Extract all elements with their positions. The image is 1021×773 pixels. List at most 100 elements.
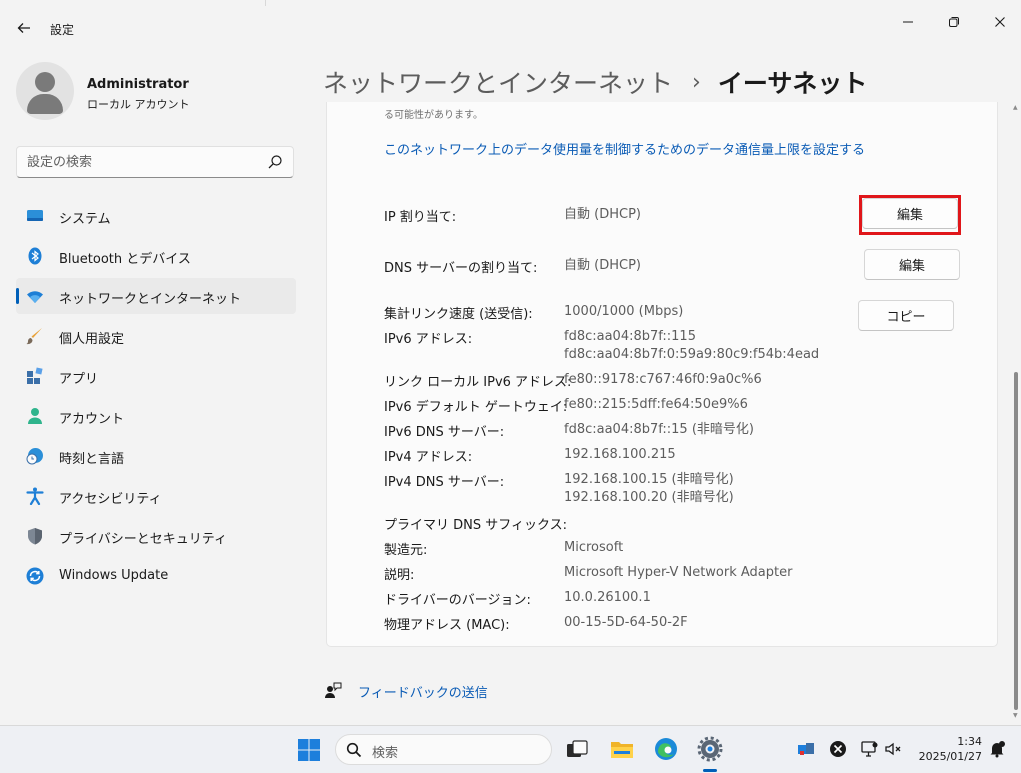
- sidebar-item-accessibility[interactable]: アクセシビリティ: [16, 478, 296, 514]
- taskbar-clock[interactable]: 1:34 2025/01/27: [912, 734, 982, 764]
- file-explorer-icon[interactable]: [609, 736, 635, 762]
- property-value-line: fd8c:aa04:8b7f::15 (非暗号化): [564, 422, 754, 437]
- property-value-line: fe80::215:5dff:fe64:50e9%6: [564, 397, 748, 412]
- title-bar: 設定: [0, 0, 1021, 56]
- network-alert-icon[interactable]: [797, 740, 815, 758]
- property-value-line: 1000/1000 (Mbps): [564, 304, 684, 319]
- property-label: 製造元:: [384, 543, 428, 558]
- profile-account-type: ローカル アカウント: [87, 98, 190, 111]
- dns-assignment-edit-button[interactable]: 編集: [864, 249, 960, 280]
- scroll-down-arrow[interactable]: ▼: [1013, 712, 1018, 719]
- clock-time: 1:34: [957, 735, 982, 748]
- property-label: 集計リンク速度 (送受信):: [384, 307, 533, 322]
- sidebar-item-label: アカウント: [59, 412, 125, 427]
- property-value-line: Microsoft: [564, 540, 624, 555]
- restore-icon: [949, 17, 959, 27]
- title-divider: [265, 0, 266, 6]
- property-value-line: fe80::9178:c767:46f0:9a0c%6: [564, 372, 762, 387]
- sidebar-item-label: アクセシビリティ: [59, 492, 162, 507]
- sidebar-item-privacy[interactable]: プライバシーとセキュリティ: [16, 518, 296, 554]
- search-input[interactable]: [27, 153, 257, 171]
- feedback-label: フィードバックの送信: [358, 685, 488, 701]
- profile-name: Administrator: [87, 77, 189, 92]
- notification-icon[interactable]: [988, 740, 1006, 758]
- brush-icon: [26, 328, 42, 345]
- user-profile[interactable]: Administrator ローカル アカウント: [16, 60, 286, 124]
- property-label: IPv4 アドレス:: [384, 450, 473, 465]
- bluetooth-icon: [28, 247, 42, 265]
- property-value: 192.168.100.215: [564, 446, 676, 464]
- sidebar-item-accounts[interactable]: アカウント: [16, 398, 296, 434]
- close-button[interactable]: [977, 10, 1021, 34]
- wifi-icon: [27, 291, 43, 303]
- property-label: IPv6 アドレス:: [384, 332, 473, 347]
- sidebar-item-label: アプリ: [59, 372, 99, 387]
- property-label: ドライバーのバージョン:: [384, 593, 531, 608]
- breadcrumb-separator: ›: [692, 69, 701, 95]
- settings-search[interactable]: [16, 146, 294, 178]
- task-view-icon[interactable]: [564, 736, 590, 762]
- active-app-indicator: [703, 769, 717, 772]
- sidebar-item-label: 個人用設定: [59, 332, 125, 347]
- display-icon[interactable]: [861, 740, 879, 758]
- shield-icon: [28, 528, 42, 545]
- property-value: Microsoft Hyper-V Network Adapter: [564, 564, 792, 582]
- ethernet-properties-card: る可能性があります。 このネットワーク上のデータ使用量を制御するためのデータ通信…: [326, 102, 998, 647]
- copy-button[interactable]: コピー: [858, 300, 954, 331]
- property-value: fd8c:aa04:8b7f::115 fd8c:aa04:8b7f:0:59a9…: [564, 328, 819, 364]
- sidebar-nav: システム Bluetooth とデバイス ネットワークとインターネット 個人用設…: [16, 198, 296, 598]
- property-value-line: fd8c:aa04:8b7f::115: [564, 329, 696, 344]
- edge-icon[interactable]: [653, 736, 679, 762]
- maximize-button[interactable]: [931, 10, 977, 34]
- clock-date: 2025/01/27: [918, 750, 982, 763]
- scroll-up-arrow[interactable]: ▲: [1013, 104, 1018, 111]
- apps-icon: [27, 367, 43, 384]
- property-value-line: 00-15-5D-64-50-2F: [564, 615, 688, 630]
- property-value: fe80::9178:c767:46f0:9a0c%6: [564, 371, 762, 389]
- page-title: イーサネット: [717, 69, 868, 98]
- volume-muted-icon[interactable]: [884, 740, 902, 758]
- settings-icon[interactable]: [697, 736, 723, 762]
- ip-assignment-value: 自動 (DHCP): [564, 207, 641, 222]
- breadcrumb-parent[interactable]: ネットワークとインターネット: [323, 64, 673, 100]
- taskbar-search[interactable]: 検索: [335, 734, 552, 765]
- back-arrow-icon: [17, 23, 30, 33]
- feedback-icon: [325, 682, 342, 698]
- property-value: 1000/1000 (Mbps): [564, 303, 683, 321]
- system-icon: [27, 210, 43, 221]
- start-icon[interactable]: [297, 738, 321, 762]
- property-value: Microsoft: [564, 539, 623, 557]
- sidebar-item-label: Bluetooth とデバイス: [59, 252, 191, 267]
- sidebar-item-label: 時刻と言語: [59, 452, 125, 467]
- search-icon: [346, 742, 362, 758]
- sidebar-item-time-language[interactable]: 時刻と言語: [16, 438, 296, 474]
- sidebar-item-network[interactable]: ネットワークとインターネット: [16, 278, 296, 314]
- sidebar-item-personalization[interactable]: 個人用設定: [16, 318, 296, 354]
- clipped-description: る可能性があります。: [384, 110, 483, 121]
- back-button[interactable]: [12, 16, 36, 40]
- minimize-button[interactable]: [885, 10, 931, 34]
- property-value: 10.0.26100.1: [564, 589, 651, 607]
- account-icon: [28, 408, 42, 424]
- ip-assignment-label: IP 割り当て:: [384, 210, 457, 225]
- close-icon: [995, 17, 1005, 27]
- ip-assignment-edit-button[interactable]: 編集: [862, 198, 958, 229]
- close-circle-icon[interactable]: [829, 740, 847, 758]
- sidebar-item-system[interactable]: システム: [16, 198, 296, 234]
- property-value: 00-15-5D-64-50-2F: [564, 614, 688, 632]
- minimize-icon: [903, 21, 913, 23]
- sidebar-item-label: システム: [59, 212, 111, 227]
- sidebar-item-apps[interactable]: アプリ: [16, 358, 296, 394]
- feedback-link[interactable]: フィードバックの送信: [324, 681, 488, 701]
- property-value-line: Microsoft Hyper-V Network Adapter: [564, 565, 793, 580]
- property-label: IPv4 DNS サーバー:: [384, 475, 505, 490]
- property-label: 説明:: [384, 568, 415, 583]
- time-language-icon: [26, 448, 43, 465]
- property-value: fe80::215:5dff:fe64:50e9%6: [564, 396, 748, 414]
- search-icon: [268, 155, 282, 169]
- scrollbar-thumb[interactable]: [1014, 372, 1018, 710]
- sidebar-item-windows-update[interactable]: Windows Update: [16, 558, 296, 594]
- data-limit-link[interactable]: このネットワーク上のデータ使用量を制御するためのデータ通信量上限を設定する: [384, 139, 865, 158]
- sidebar-item-bluetooth[interactable]: Bluetooth とデバイス: [16, 238, 296, 274]
- property-value-line: 10.0.26100.1: [564, 590, 651, 605]
